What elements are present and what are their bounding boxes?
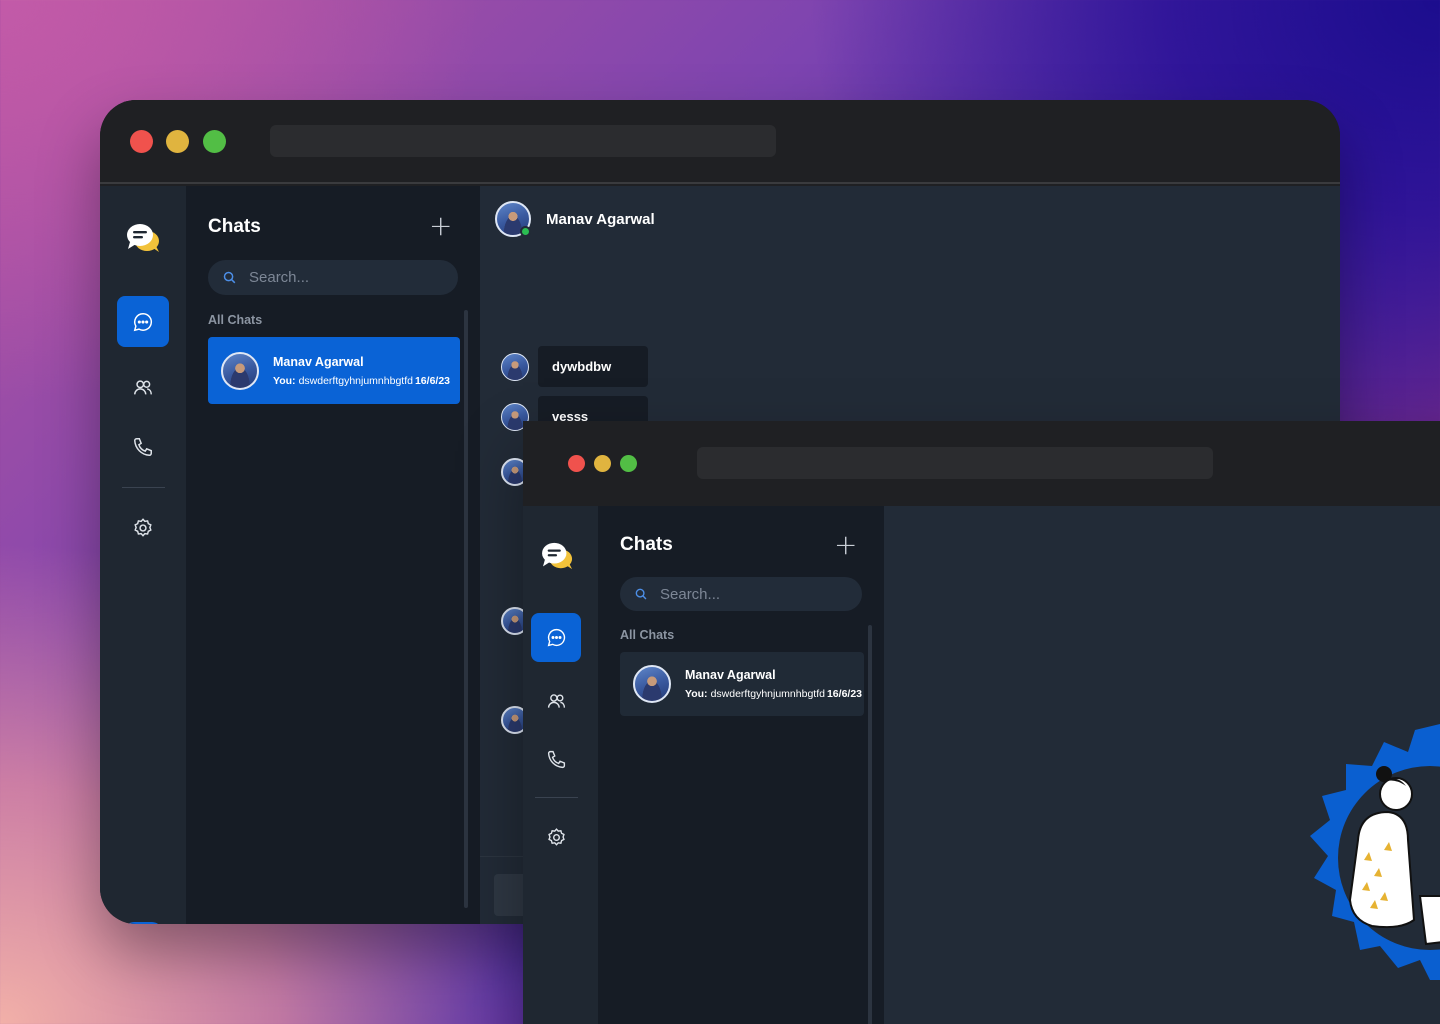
window-titlebar	[523, 421, 1440, 506]
window-titlebar	[100, 100, 1340, 184]
last-message-line: You: dswderftgyhnjumnhbgtfd 16/6/23	[685, 688, 862, 700]
contact-avatar	[633, 665, 671, 703]
message-row: dywbdbw	[501, 346, 648, 387]
rail-divider	[122, 487, 165, 488]
nav-rail	[100, 186, 186, 924]
settings-icon	[546, 827, 567, 848]
chats-title: Chats	[208, 216, 261, 237]
contact-avatar[interactable]	[495, 201, 531, 237]
chat-list-scrollbar[interactable]	[868, 625, 872, 1024]
message-bubble: dywbdbw	[538, 346, 648, 387]
search-field[interactable]	[620, 577, 862, 611]
nav-contacts-button[interactable]	[531, 677, 581, 725]
conversation-contact-name: Manav Agarwal	[546, 210, 655, 228]
nav-chats-button[interactable]	[117, 296, 169, 347]
address-bar[interactable]	[270, 125, 776, 157]
chat-list-panel: Chats + All Chats Manav Agarwal You: dsw…	[186, 186, 480, 924]
new-chat-button[interactable]: +	[834, 531, 857, 559]
search-input[interactable]	[660, 585, 840, 603]
contact-name: Manav Agarwal	[273, 354, 364, 369]
maximize-window-button[interactable]	[203, 130, 226, 153]
search-icon	[222, 270, 237, 285]
minimize-window-button[interactable]	[166, 130, 189, 153]
search-field[interactable]	[208, 260, 458, 295]
you-label: You:	[273, 374, 296, 387]
online-status-indicator	[520, 226, 531, 237]
settings-icon	[132, 517, 154, 539]
nav-settings-button[interactable]	[117, 503, 169, 553]
chat-list-scrollbar[interactable]	[464, 310, 468, 908]
chat-list-panel: Chats + All Chats Manav Agarwal You: dsw…	[598, 506, 884, 1024]
settings-gear-illustration	[1280, 700, 1440, 1000]
last-message-preview: dswderftgyhnjumnhbgtfd	[710, 688, 825, 700]
search-icon	[634, 587, 648, 601]
minimize-window-button[interactable]	[594, 455, 611, 472]
chat-bubbles-logo-icon	[122, 218, 166, 258]
maximize-window-button[interactable]	[620, 455, 637, 472]
nav-rail	[523, 506, 598, 1024]
contact-name: Manav Agarwal	[685, 668, 776, 682]
nav-chats-button[interactable]	[531, 613, 581, 662]
last-message-time: 16/6/23	[826, 688, 863, 700]
search-input[interactable]	[249, 269, 429, 286]
conversation-header: Manav Agarwal	[480, 186, 1340, 252]
nav-settings-button[interactable]	[531, 813, 581, 861]
you-label: You:	[685, 688, 708, 700]
last-message-preview: dswderftgyhnjumnhbgtfd	[298, 374, 413, 387]
dark-mode-toggle[interactable]	[124, 922, 162, 924]
nav-calls-button[interactable]	[117, 422, 169, 472]
last-message-line: You: dswderftgyhnjumnhbgtfd 16/6/23	[273, 375, 450, 387]
users-icon	[546, 691, 567, 712]
message-icon	[546, 627, 567, 648]
chats-title: Chats	[620, 534, 673, 555]
rail-divider	[535, 797, 578, 798]
new-chat-button[interactable]: +	[429, 212, 452, 240]
close-window-button[interactable]	[130, 130, 153, 153]
close-window-button[interactable]	[568, 455, 585, 472]
last-message-time: 16/6/23	[414, 374, 451, 387]
chat-list-item[interactable]: Manav Agarwal You: dswderftgyhnjumnhbgtf…	[620, 652, 864, 716]
all-chats-label: All Chats	[208, 313, 263, 327]
users-icon	[132, 377, 154, 399]
message-avatar	[501, 352, 529, 381]
chat-bubbles-logo-icon	[536, 536, 580, 576]
nav-contacts-button[interactable]	[117, 363, 169, 413]
all-chats-label: All Chats	[620, 628, 675, 642]
contact-avatar	[221, 351, 259, 390]
address-bar[interactable]	[697, 447, 1213, 479]
nav-calls-button[interactable]	[531, 735, 581, 783]
phone-icon	[132, 436, 154, 458]
chat-list-item[interactable]: Manav Agarwal You: dswderftgyhnjumnhbgtf…	[208, 337, 460, 404]
message-icon	[132, 311, 154, 333]
phone-icon	[546, 749, 567, 770]
